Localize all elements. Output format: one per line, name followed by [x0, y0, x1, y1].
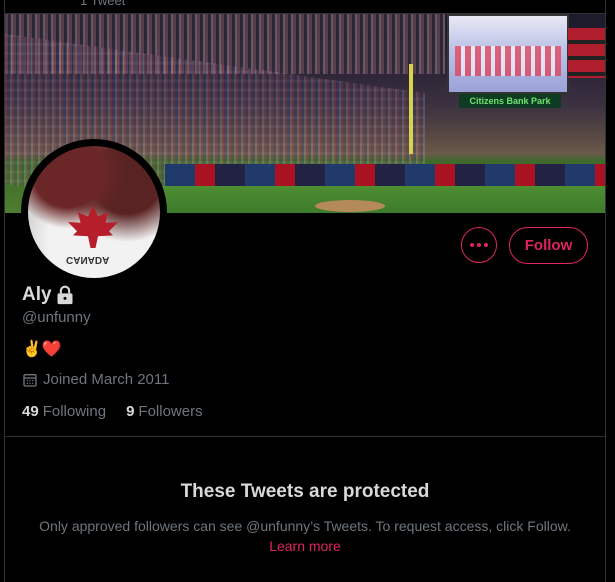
profile-column: 1 Tweet Citizens Bank Park CANADA Follow… — [4, 0, 606, 582]
more-options-button[interactable] — [461, 227, 497, 263]
banner-sign: Citizens Bank Park — [459, 94, 561, 108]
joined-date-row: Joined March 2011 — [22, 371, 169, 388]
followers-label: Followers — [138, 403, 203, 420]
followers-link[interactable]: 9 Followers — [126, 403, 203, 420]
avatar-image: CANADA — [28, 146, 160, 278]
banner-ad — [568, 28, 605, 78]
banner-outfield-wall — [165, 164, 605, 186]
banner-foul-pole — [409, 64, 413, 154]
following-count: 49 — [22, 403, 39, 420]
profile-handle: @unfunny — [22, 309, 91, 326]
followers-count: 9 — [126, 403, 135, 420]
profile-name: Aly — [22, 284, 52, 305]
avatar[interactable]: CANADA — [21, 139, 167, 285]
avatar-shirt-text: CANADA — [66, 254, 110, 265]
maple-leaf-icon — [68, 206, 118, 248]
lock-icon — [57, 285, 73, 305]
following-link[interactable]: 49 Following — [22, 403, 106, 420]
profile-stats: 49 Following 9 Followers — [22, 403, 223, 420]
joined-date: Joined March 2011 — [43, 371, 170, 388]
protected-message: Only approved followers can see @unfunny… — [5, 516, 605, 556]
banner-infield — [315, 200, 385, 212]
follow-button[interactable]: Follow — [509, 227, 588, 264]
more-dot-icon — [477, 243, 481, 247]
profile-bio: ✌️❤️ — [22, 341, 62, 358]
calendar-icon — [23, 373, 37, 387]
section-divider — [5, 436, 605, 437]
banner-scoreboard — [447, 14, 569, 94]
following-label: Following — [42, 403, 107, 420]
more-dot-icon — [484, 243, 488, 247]
more-dot-icon — [470, 243, 474, 247]
protected-body-text: Only approved followers can see @unfunny… — [39, 518, 571, 534]
profile-name-row: Aly — [22, 284, 75, 306]
learn-more-link[interactable]: Learn more — [269, 538, 341, 554]
tweet-count: 1 Tweet — [80, 0, 126, 8]
protected-title: These Tweets are protected — [180, 481, 430, 502]
